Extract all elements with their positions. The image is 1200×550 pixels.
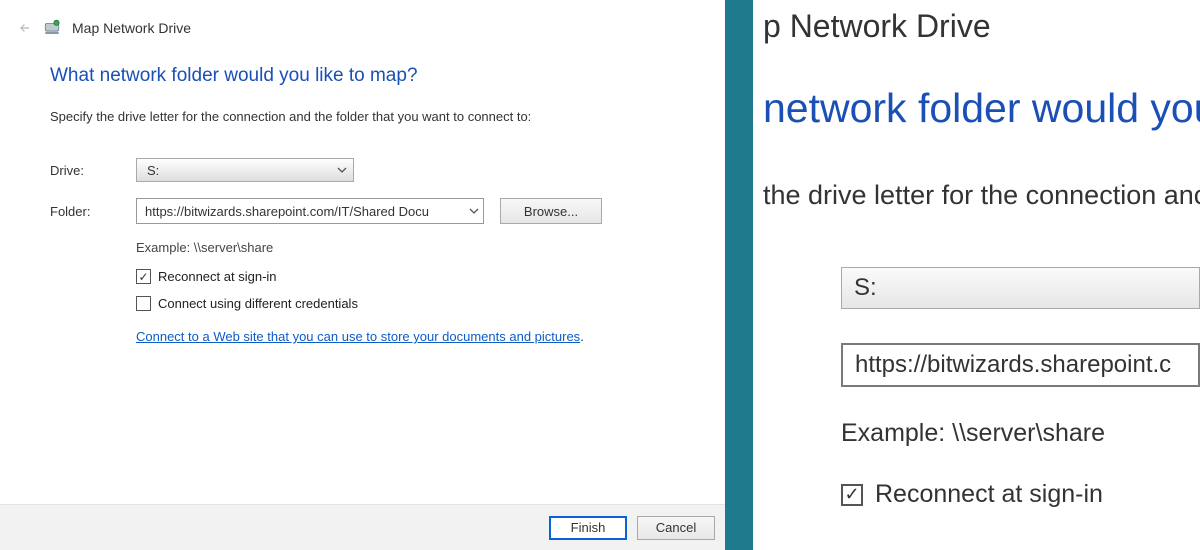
reconnect-checkbox[interactable] — [136, 269, 151, 284]
map-network-drive-dialog: Map Network Drive What network folder wo… — [0, 0, 725, 550]
folder-label: Folder: — [50, 204, 136, 219]
example-text: Example: \\server\share — [136, 240, 675, 255]
different-credentials-label: Connect using different credentials — [158, 296, 358, 311]
connect-website-link[interactable]: Connect to a Web site that you can use t… — [136, 329, 580, 344]
zoom-reconnect-label: Reconnect at sign-in — [875, 480, 1103, 509]
chevron-down-icon — [469, 204, 479, 219]
reconnect-label: Reconnect at sign-in — [158, 269, 277, 284]
folder-combobox[interactable]: https://bitwizards.sharepoint.com/IT/Sha… — [136, 198, 484, 224]
zoom-drive-value: S: — [854, 274, 877, 302]
zoom-folder-input[interactable]: https://bitwizards.sharepoint.c — [841, 343, 1200, 387]
zoom-panel: p Network Drive network folder would you… — [753, 0, 1200, 550]
zoom-example: Example: \\server\share — [841, 419, 1200, 448]
drive-select-value: S: — [147, 163, 159, 178]
cancel-button[interactable]: Cancel — [637, 516, 715, 540]
zoom-heading: network folder would you lik — [763, 85, 1200, 132]
different-credentials-checkbox[interactable] — [136, 296, 151, 311]
zoom-drive-select[interactable]: S: — [841, 267, 1200, 309]
zoom-reconnect-checkbox[interactable] — [841, 484, 863, 506]
chevron-down-icon — [337, 163, 347, 178]
dialog-title: Map Network Drive — [72, 20, 191, 36]
back-arrow-icon[interactable] — [18, 21, 32, 35]
zoom-folder-value: https://bitwizards.sharepoint.c — [855, 351, 1171, 379]
drive-select[interactable]: S: — [136, 158, 354, 182]
dialog-heading: What network folder would you like to ma… — [50, 65, 675, 87]
network-drive-icon — [43, 19, 61, 37]
drive-label: Drive: — [50, 163, 136, 178]
folder-value: https://bitwizards.sharepoint.com/IT/Sha… — [145, 204, 469, 219]
zoom-instruction: the drive letter for the connection anc — [763, 180, 1200, 211]
browse-button[interactable]: Browse... — [500, 198, 602, 224]
finish-button[interactable]: Finish — [549, 516, 627, 540]
zoom-title: p Network Drive — [763, 8, 1200, 45]
dialog-instruction: Specify the drive letter for the connect… — [50, 109, 675, 124]
dialog-footer: Finish Cancel — [0, 504, 725, 550]
pane-divider — [725, 0, 753, 550]
titlebar: Map Network Drive — [0, 0, 725, 37]
